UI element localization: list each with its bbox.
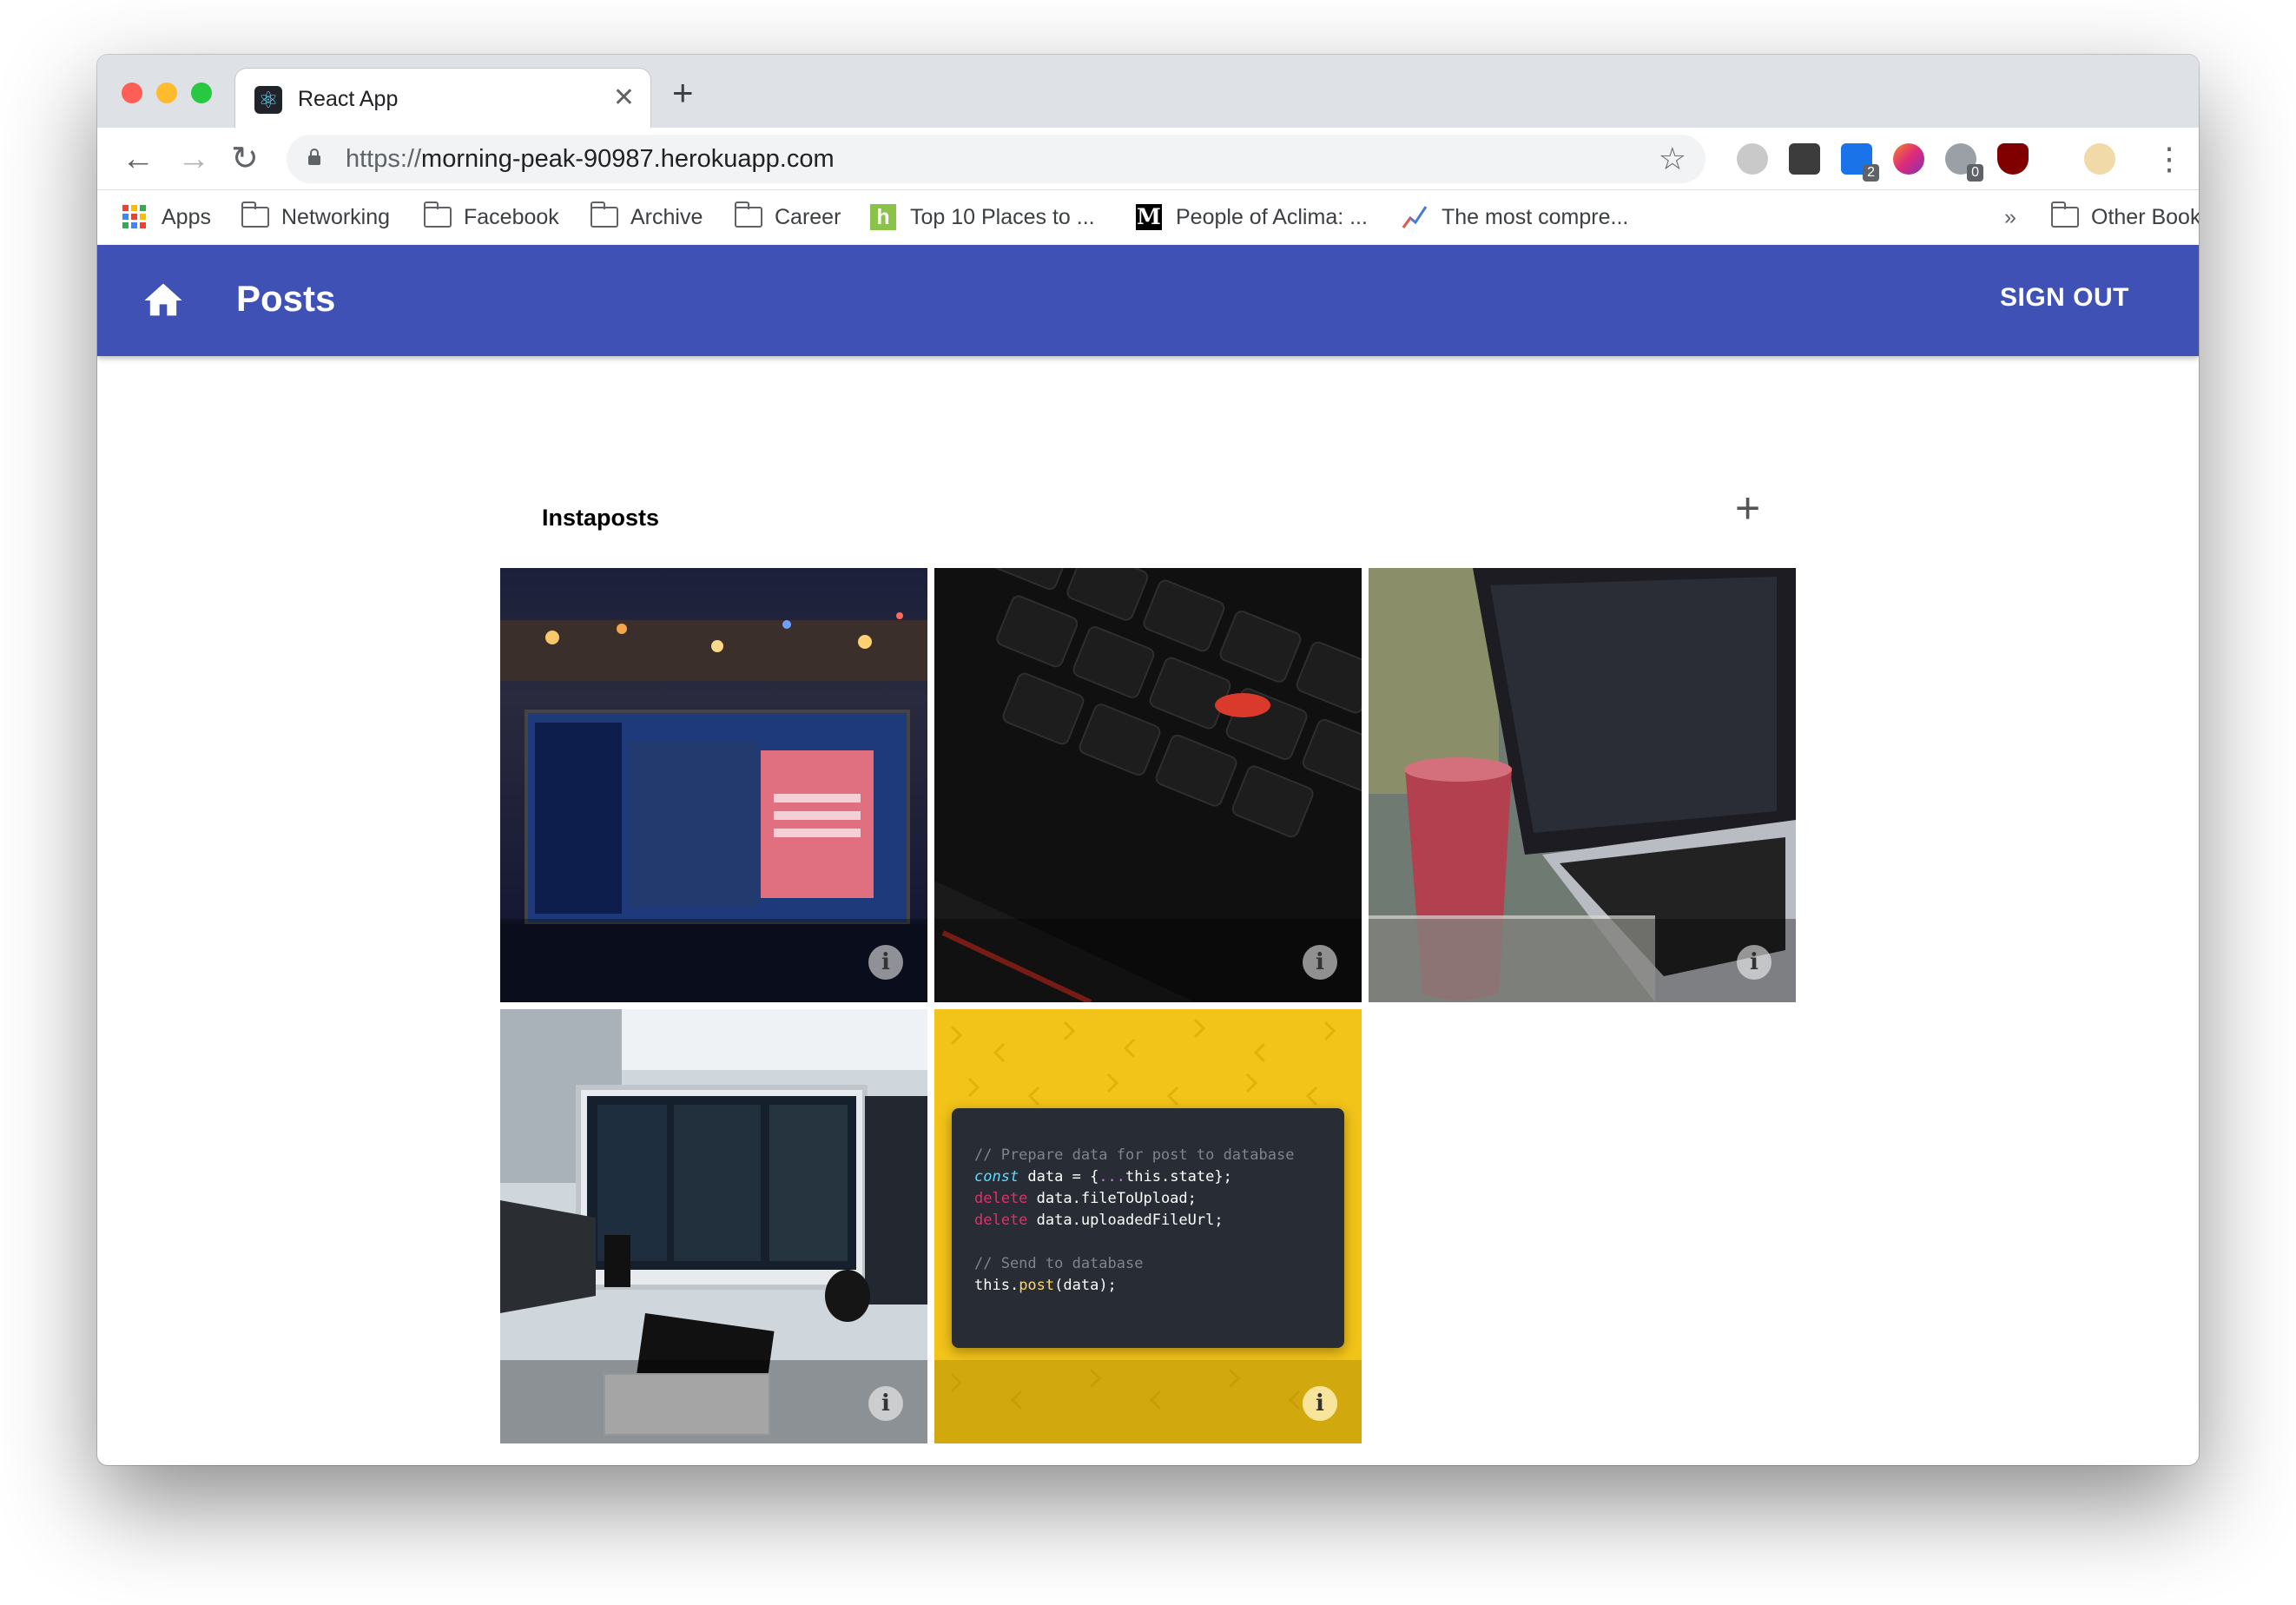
folder-icon (735, 201, 762, 228)
section-title: Instaposts (542, 505, 660, 531)
profile-avatar[interactable] (2084, 143, 2115, 175)
medium-icon: M (1136, 204, 1162, 230)
add-post-icon[interactable]: + (1735, 482, 1760, 534)
code-comment: // Prepare data for post to database (974, 1146, 1295, 1164)
info-icon[interactable]: i (1737, 945, 1771, 980)
home-icon[interactable] (141, 278, 186, 323)
tile-title-bar (1369, 919, 1796, 1002)
code-text: this.state}; (1125, 1168, 1232, 1186)
app-bar: Posts SIGN OUT (97, 245, 2199, 356)
lock-icon (308, 149, 320, 165)
tab-title: React App (298, 87, 399, 111)
bookmarks-overflow-button[interactable]: » (2004, 199, 2016, 235)
bookmark-top-10-places[interactable]: h Top 10 Places to ... (870, 199, 1095, 235)
folder-icon (424, 201, 452, 228)
tile-title-bar (934, 919, 1362, 1002)
extension-badge: 2 (1863, 164, 1879, 182)
ublock-shield-icon[interactable] (1997, 143, 2029, 175)
site-favicon: h (870, 204, 896, 230)
instagram-extension-icon[interactable] (1893, 143, 1924, 175)
bookmark-networking[interactable]: Networking (241, 199, 390, 235)
zoom-window-button[interactable] (191, 83, 212, 103)
code-comment: // Send to database (974, 1255, 1144, 1272)
react-icon: ⚛ (254, 86, 282, 114)
tag-extension-icon[interactable]: 0 (1945, 143, 1983, 182)
bookmark-other-bookmarks[interactable]: Other Bookmarks (2051, 199, 2199, 235)
folder-icon (2051, 201, 2079, 228)
browser-menu-icon[interactable]: ⋮ (2154, 136, 2185, 182)
post-tile[interactable]: i (500, 568, 927, 1002)
url-host: morning-peak-90987.herokuapp.com (421, 145, 835, 173)
browser-window: ⚛ React App ✕ + ← → ↻ https://morning-pe… (97, 55, 2199, 1465)
code-text: data.fileToUpload; (1027, 1190, 1197, 1207)
folder-icon (590, 201, 618, 228)
tile-title-bar (934, 1360, 1362, 1443)
new-tab-button[interactable]: + (672, 74, 694, 112)
page-title: Posts (236, 278, 336, 319)
close-tab-icon[interactable]: ✕ (613, 83, 635, 114)
code-text: data = { (1019, 1168, 1099, 1186)
bookmark-people-of-aclima[interactable]: M People of Aclima: ... (1136, 199, 1368, 235)
code-text: data.uploadedFileUrl; (1027, 1212, 1224, 1229)
chart-favicon (1402, 206, 1428, 228)
code-keyword: delete (974, 1190, 1028, 1207)
tile-title-bar (500, 1360, 927, 1443)
bookmark-label: The most compre... (1442, 204, 1629, 229)
code-keyword: const (974, 1168, 1019, 1186)
tab-strip: ⚛ React App ✕ + (97, 55, 2199, 129)
code-text: this. (974, 1277, 1019, 1294)
code-function: post (1019, 1277, 1055, 1294)
bookmark-label: Facebook (464, 204, 559, 229)
bookmark-archive[interactable]: Archive (590, 199, 703, 235)
bookmark-label: Archive (630, 204, 703, 229)
code-spread: ... (1099, 1168, 1126, 1186)
info-icon[interactable]: i (1303, 945, 1337, 980)
code-keyword: delete (974, 1212, 1028, 1229)
bookmark-facebook[interactable]: Facebook (424, 199, 559, 235)
bookmark-label: Apps (162, 204, 211, 229)
extension-icon[interactable] (1737, 143, 1768, 175)
download-extension-icon[interactable] (1789, 143, 1820, 175)
apps-grid-icon (122, 205, 146, 228)
url-scheme: https:// (346, 145, 422, 173)
bookmark-career[interactable]: Career (735, 199, 841, 235)
code-text: (data); (1054, 1277, 1117, 1294)
close-window-button[interactable] (122, 83, 142, 103)
extension-badge: 0 (1967, 164, 1983, 182)
code-snippet: // Prepare data for post to database con… (952, 1108, 1344, 1348)
reload-button[interactable]: ↻ (231, 136, 259, 182)
post-tile[interactable]: i (500, 1009, 927, 1443)
back-button[interactable]: ← (122, 136, 155, 182)
post-tile[interactable]: i (934, 568, 1362, 1002)
browser-toolbar: ← → ↻ https://morning-peak-90987.herokua… (97, 128, 2199, 190)
bookmark-label: Top 10 Places to ... (910, 204, 1095, 229)
bookmark-label: Networking (281, 204, 391, 229)
bookmark-apps[interactable]: Apps (122, 199, 211, 235)
minimize-window-button[interactable] (156, 83, 177, 103)
bookmark-most-comprehensive[interactable]: The most compre... (1402, 199, 1628, 235)
address-bar[interactable]: https://morning-peak-90987.herokuapp.com… (287, 135, 1706, 183)
bookmark-label: Career (775, 204, 841, 229)
folder-icon (241, 201, 269, 228)
info-icon[interactable]: i (1303, 1386, 1337, 1421)
s-extension-icon[interactable]: 2 (1841, 143, 1879, 182)
bookmark-label: Other Bookmarks (2091, 204, 2199, 229)
sign-out-button[interactable]: SIGN OUT (2000, 283, 2129, 313)
post-tile[interactable]: // Prepare data for post to database con… (934, 1009, 1362, 1443)
tile-title-bar (500, 919, 927, 1002)
post-tile[interactable]: i (1369, 568, 1796, 1002)
url-text: https://morning-peak-90987.herokuapp.com (346, 145, 835, 174)
bookmark-star-icon[interactable]: ☆ (1659, 140, 1686, 178)
info-icon[interactable]: i (868, 945, 903, 980)
bookmark-label: People of Aclima: ... (1176, 204, 1368, 229)
forward-button[interactable]: → (177, 136, 210, 182)
bookmarks-bar: Apps Networking Facebook Archive Career … (97, 190, 2199, 245)
info-icon[interactable]: i (868, 1386, 903, 1421)
tab-react-app[interactable]: ⚛ React App ✕ (234, 68, 651, 129)
